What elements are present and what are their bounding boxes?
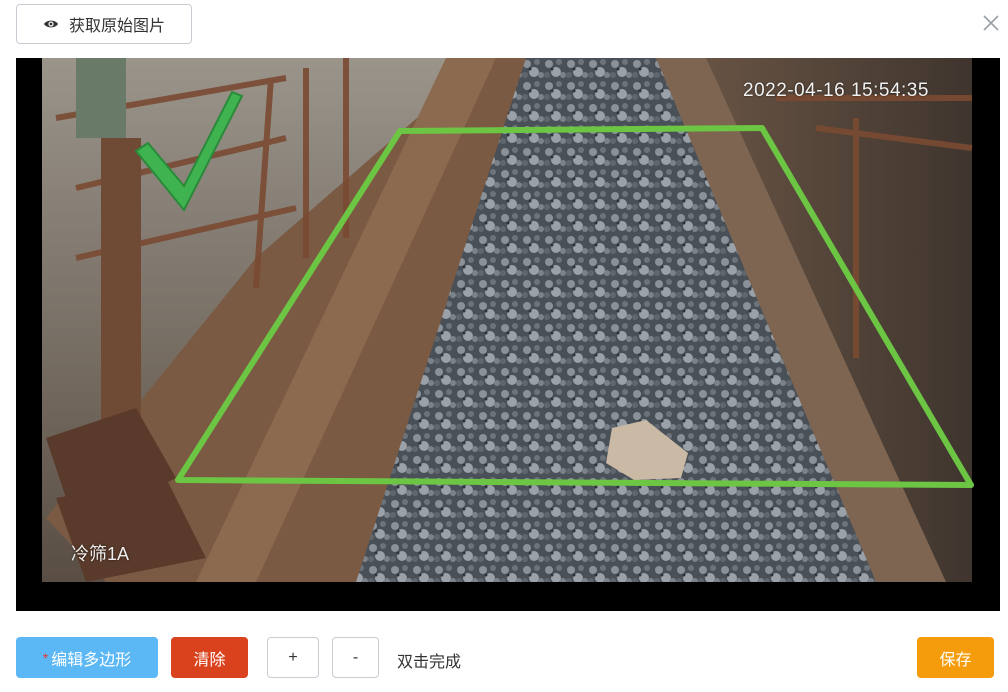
clear-button[interactable]: 清除 <box>171 637 248 678</box>
image-timestamp: 2022-04-16 15:54:35 <box>743 80 929 101</box>
required-marker: * <box>42 649 49 666</box>
edit-polygon-label: 编辑多边形 <box>51 651 132 669</box>
get-original-image-label: 获取原始图片 <box>68 18 165 35</box>
conveyor-camera-image <box>16 58 1000 611</box>
save-button[interactable]: 保存 <box>917 637 994 678</box>
eye-icon <box>43 20 58 28</box>
edit-polygon-button[interactable]: * 编辑多边形 <box>16 637 158 678</box>
zoom-out-button[interactable]: - <box>332 637 379 678</box>
zoom-in-button[interactable]: + <box>267 637 319 678</box>
camera-channel-label: 冷筛1A <box>71 544 130 564</box>
camera-image-viewer[interactable]: 2022-04-16 15:54:35 冷筛1A <box>16 58 1000 611</box>
close-icon[interactable] <box>980 12 1002 34</box>
get-original-image-button[interactable]: 获取原始图片 <box>16 4 192 44</box>
double-click-hint: 双击完成 <box>397 654 462 671</box>
